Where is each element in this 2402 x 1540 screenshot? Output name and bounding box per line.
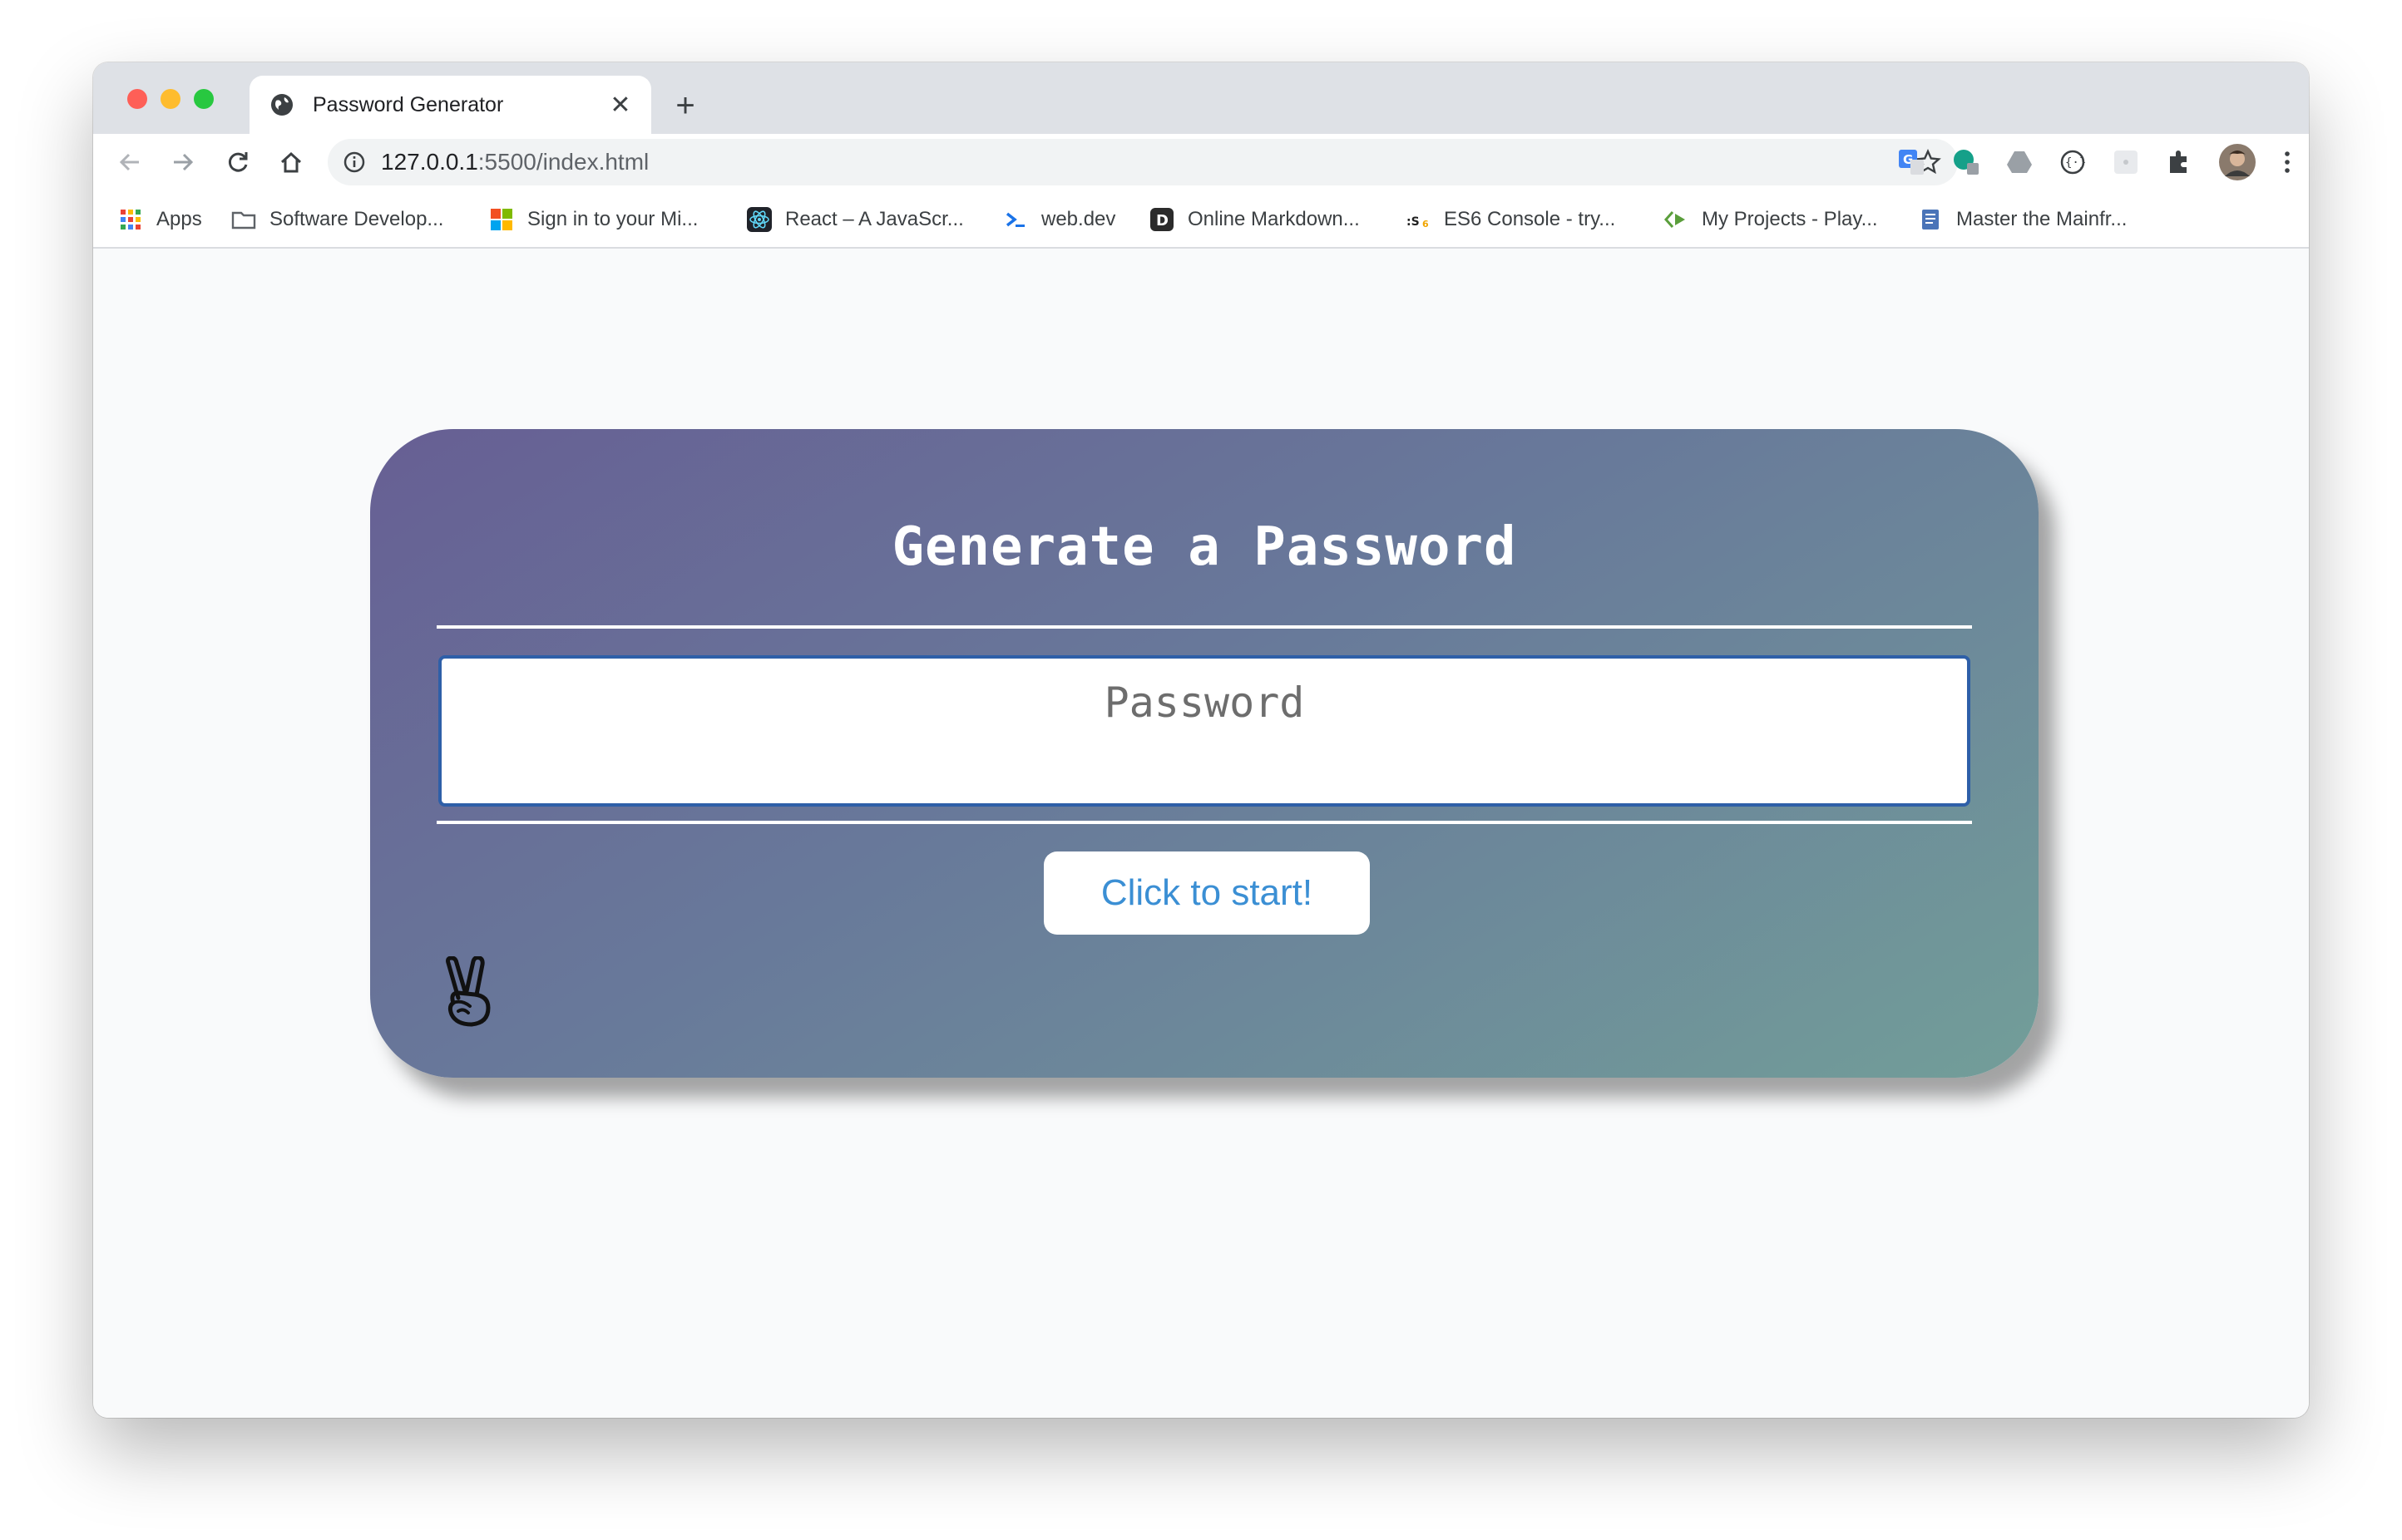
webdev-icon — [1006, 212, 1025, 227]
bookmark-microsoft-signin[interactable]: Sign in to your Mi... — [489, 190, 698, 249]
code-extension-icon[interactable]: {·} — [2056, 146, 2089, 179]
maximize-window-button[interactable] — [194, 89, 214, 109]
translate-extension-icon[interactable]: G — [1895, 146, 1928, 179]
tab-password-generator[interactable]: Password Generator ✕ — [250, 76, 651, 134]
microsoft-icon — [491, 209, 512, 230]
bookmark-label: web.dev — [1041, 208, 1116, 230]
minimize-window-button[interactable] — [161, 89, 180, 109]
divider-bottom — [437, 821, 1972, 824]
grammar-extension-icon[interactable] — [1950, 146, 1983, 179]
bookmark-label: Master the Mainfr... — [1956, 208, 2128, 230]
svg-text:D: D — [1156, 212, 1169, 230]
svg-text::S: :S — [1406, 215, 1420, 229]
bookmark-label: ES6 Console - try... — [1444, 208, 1616, 230]
bookmark-master-mainframe[interactable]: Master the Mainfr... — [1918, 190, 2127, 249]
bookmark-apps[interactable]: Apps — [118, 190, 202, 249]
tab-title: Password Generator — [313, 93, 504, 116]
more-menu-icon[interactable] — [2271, 146, 2304, 179]
page-content: Generate a Password Click to start! — [93, 249, 2309, 1418]
bookmark-react[interactable]: React – A JavaScr... — [747, 190, 964, 249]
arrow-right-icon — [174, 153, 194, 171]
tab-strip: Password Generator ✕ + — [93, 62, 2309, 134]
tab-close-icon[interactable]: ✕ — [606, 91, 635, 119]
home-button[interactable] — [273, 144, 309, 180]
info-icon[interactable] — [343, 151, 366, 174]
page-title: Generate a Password — [892, 516, 1517, 578]
divider-top — [437, 625, 1972, 629]
react-icon — [747, 207, 772, 232]
start-button[interactable]: Click to start! — [1044, 851, 1370, 935]
bookmarks-bar: Apps Software Develop... Sign in to your… — [93, 190, 2309, 249]
arrow-left-icon — [119, 153, 139, 171]
password-generator-card: Generate a Password Click to start! — [370, 429, 2039, 1078]
password-output-field[interactable] — [438, 655, 1970, 807]
apps-grid-icon — [121, 210, 141, 230]
doc-icon — [1922, 210, 1939, 230]
reload-button[interactable] — [220, 144, 256, 180]
bookmark-my-projects[interactable]: My Projects - Play... — [1663, 190, 1878, 249]
folder-icon — [231, 211, 256, 230]
bookmark-label: My Projects - Play... — [1702, 208, 1878, 230]
browser-window: Password Generator ✕ + 127.0.0.1:5500/in… — [93, 62, 2309, 1418]
new-tab-button[interactable]: + — [667, 87, 704, 124]
bookmark-label: Software Develop... — [269, 208, 444, 230]
bookmark-label: Apps — [156, 208, 202, 230]
bookmark-software-develop[interactable]: Software Develop... — [231, 190, 443, 249]
reload-icon — [228, 152, 248, 172]
address-bar[interactable]: 127.0.0.1:5500/index.html — [328, 139, 1958, 185]
bookmark-es6-console[interactable]: :S 6 ES6 Console - try... — [1406, 190, 1615, 249]
browser-toolbar: 127.0.0.1:5500/index.html G {·} — [93, 134, 2309, 190]
es6-icon: :S 6 — [1406, 215, 1429, 230]
react-devtools-icon[interactable] — [2109, 146, 2143, 179]
bookmark-label: Online Markdown... — [1188, 208, 1360, 230]
forward-button[interactable] — [165, 144, 201, 180]
drive-extension-icon[interactable] — [2003, 146, 2036, 179]
url-host: 127.0.0.1 — [381, 149, 478, 175]
bookmark-online-markdown[interactable]: D Online Markdown... — [1149, 190, 1360, 249]
home-icon — [280, 151, 302, 173]
globe-icon — [271, 94, 293, 116]
bookmark-label: Sign in to your Mi... — [527, 208, 699, 230]
bookmark-webdev[interactable]: web.dev — [1003, 190, 1115, 249]
peace-hand-icon — [446, 956, 491, 1027]
profile-avatar[interactable] — [2217, 142, 2257, 182]
svg-text:{·}: {·} — [2065, 156, 2086, 170]
back-button[interactable] — [111, 144, 148, 180]
close-window-button[interactable] — [127, 89, 147, 109]
url-text: 127.0.0.1:5500/index.html — [381, 139, 649, 185]
dillinger-icon: D — [1150, 208, 1174, 231]
playcode-icon — [1663, 211, 1685, 228]
bookmark-label: React – A JavaScr... — [785, 208, 964, 230]
svg-text:6: 6 — [1422, 219, 1429, 230]
puzzle-extensions-icon[interactable] — [2162, 146, 2196, 179]
url-path: :5500/index.html — [477, 149, 650, 175]
